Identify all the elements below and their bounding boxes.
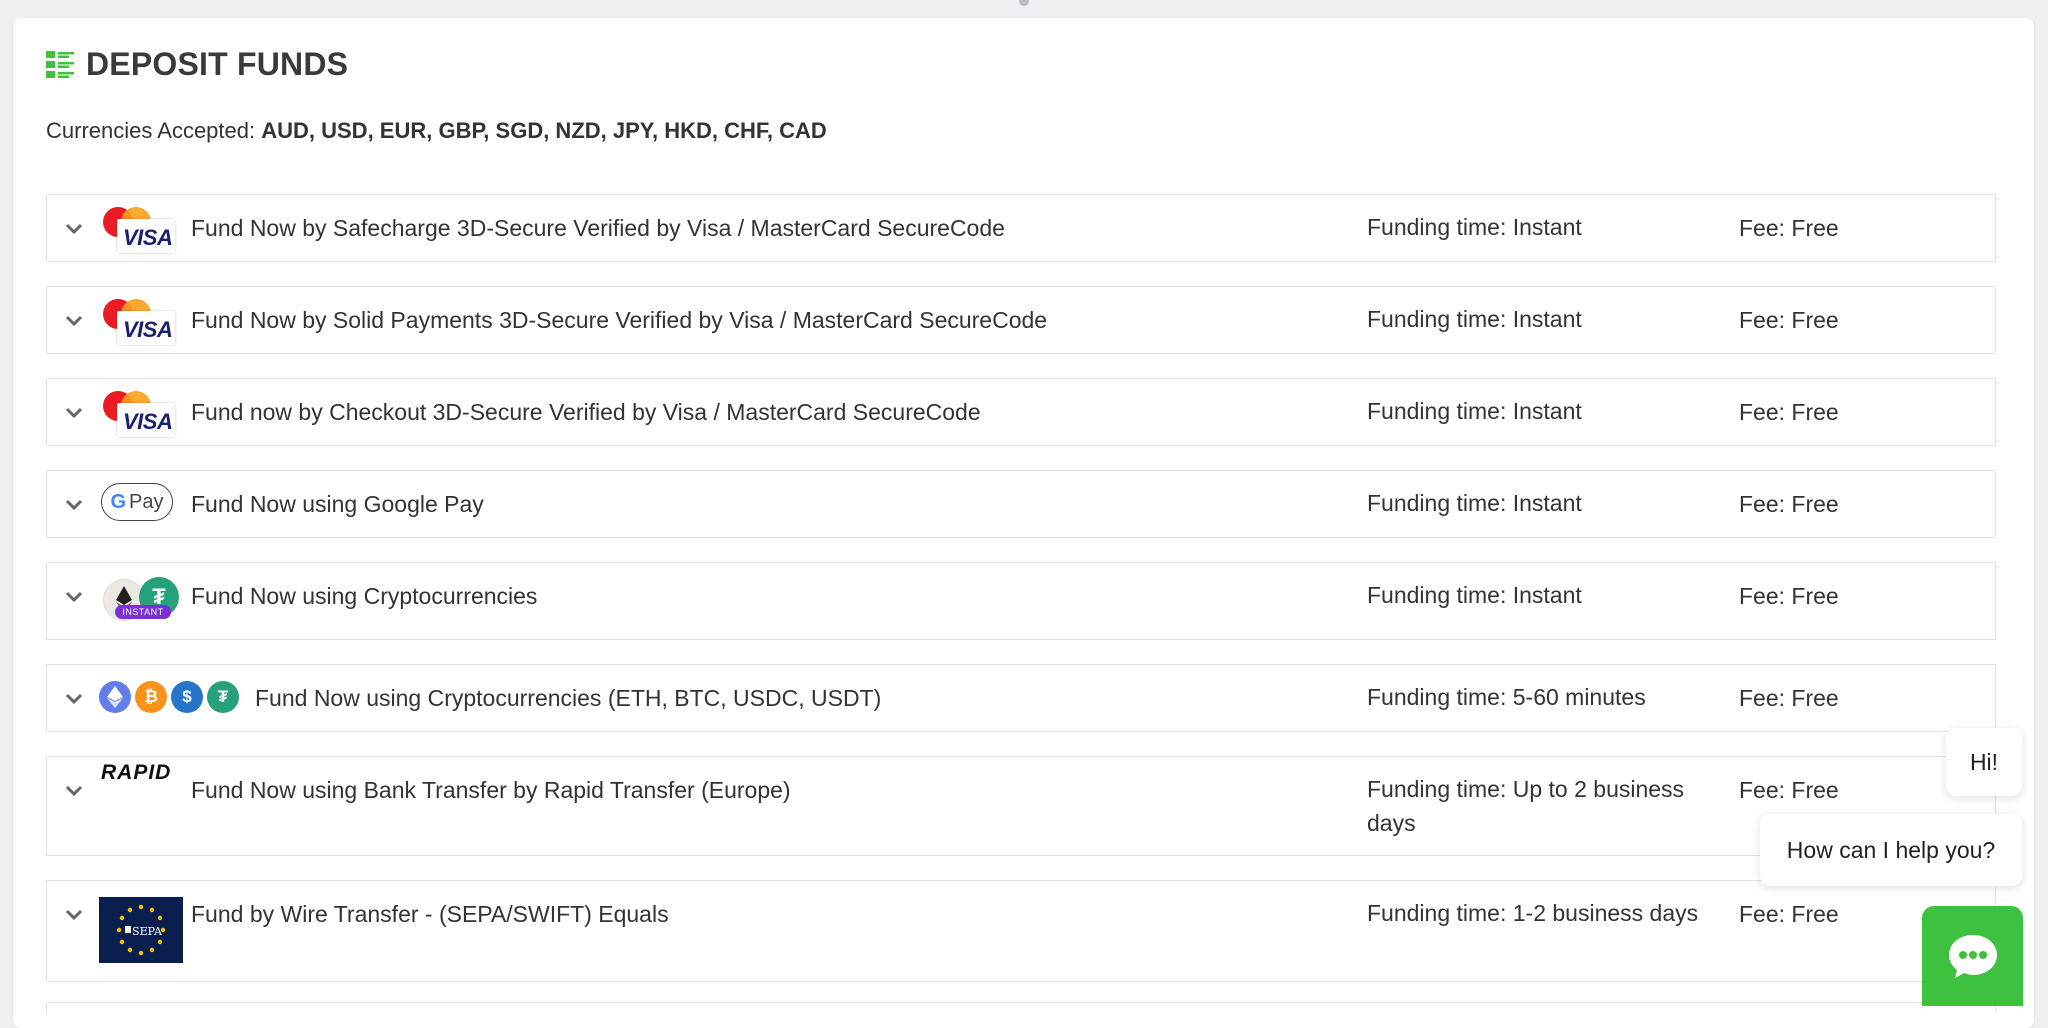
payment-method-row[interactable]: VISA Fund Now by Solid Payments 3D-Secur…	[46, 286, 1996, 354]
funding-time: Funding time: Up to 2 business days	[1367, 776, 1685, 836]
chat-icon	[1948, 935, 1997, 978]
fee: Fee: Free	[1739, 491, 1839, 517]
payment-method-row[interactable]: VISA Fund Now by Safecharge 3D-Secure Ve…	[46, 194, 1996, 262]
method-name: Fund Now using Cryptocurrencies	[191, 583, 538, 609]
currencies-accepted: Currencies Accepted: AUD, USD, EUR, GBP,…	[46, 118, 827, 144]
sepa-icon: SEPA	[99, 897, 183, 963]
usdt-icon: ₮	[207, 681, 239, 713]
eth-icon	[99, 681, 131, 713]
funding-time: Funding time: Instant	[1367, 214, 1582, 240]
method-name: Fund Now by Safecharge 3D-Secure Verifie…	[191, 215, 1005, 241]
chat-prompt-text: How can I help you?	[1786, 836, 1996, 863]
fee: Fee: Free	[1739, 777, 1839, 803]
fee: Fee: Free	[1739, 583, 1839, 609]
fee: Fee: Free	[1739, 215, 1839, 241]
chevron-down-icon[interactable]	[65, 693, 83, 705]
crypto-coins-icon: ₿ $ ₮	[99, 681, 239, 713]
chevron-down-icon[interactable]	[65, 785, 83, 797]
currencies-list: AUD, USD, EUR, GBP, SGD, NZD, JPY, HKD, …	[261, 118, 827, 143]
chevron-down-icon[interactable]	[65, 909, 83, 921]
funding-time: Funding time: Instant	[1367, 398, 1582, 424]
btc-icon: ₿	[135, 681, 167, 713]
payment-method-row[interactable]: VISA Fund now by Checkout 3D-Secure Veri…	[46, 378, 1996, 446]
chevron-down-icon[interactable]	[65, 591, 83, 603]
crypto-instant-icon: ₮ INSTANT	[101, 577, 181, 623]
list-icon	[46, 51, 74, 78]
fee: Fee: Free	[1739, 399, 1839, 425]
chevron-down-icon[interactable]	[65, 315, 83, 327]
fee: Fee: Free	[1739, 685, 1839, 711]
page-title-text: DEPOSIT FUNDS	[86, 45, 349, 82]
svg-text:SEPA: SEPA	[132, 925, 163, 938]
payment-method-row[interactable]: ₮ INSTANT Fund Now using Cryptocurrencie…	[46, 562, 1996, 640]
rapid-transfer-icon: RAPID	[101, 761, 172, 784]
payment-method-row[interactable]: G Pay Fund Now using Google Pay Funding t…	[46, 470, 1996, 538]
payment-method-row[interactable]: SEPA Fund by Wire Transfer - (SEPA/SWIFT…	[46, 880, 1996, 982]
fee: Fee: Free	[1739, 901, 1839, 927]
funding-time: Funding time: Instant	[1367, 490, 1582, 516]
visa-mastercard-icon: VISA	[101, 207, 177, 253]
chat-launcher-button[interactable]	[1922, 906, 2023, 1006]
chat-greeting-text: Hi!	[1969, 748, 1999, 775]
chat-prompt-bubble[interactable]: How can I help you?	[1760, 814, 2022, 886]
funding-time: Funding time: 5-60 minutes	[1367, 684, 1646, 710]
fee: Fee: Free	[1739, 307, 1839, 333]
method-name: Fund now by Checkout 3D-Secure Verified …	[191, 399, 981, 425]
visa-mastercard-icon: VISA	[101, 299, 177, 345]
method-name: Fund Now using Google Pay	[191, 491, 484, 517]
chevron-down-icon[interactable]	[65, 407, 83, 419]
page-title: DEPOSIT FUNDS	[46, 44, 348, 84]
currencies-label: Currencies Accepted:	[46, 118, 256, 143]
payment-method-row	[46, 1002, 1996, 1012]
chevron-down-icon[interactable]	[65, 499, 83, 511]
usdc-icon: $	[171, 681, 203, 713]
scroll-indicator	[1019, 0, 1029, 6]
funding-time: Funding time: Instant	[1367, 582, 1582, 608]
method-name: Fund Now using Bank Transfer by Rapid Tr…	[191, 777, 791, 803]
method-name: Fund Now using Cryptocurrencies (ETH, BT…	[255, 685, 882, 711]
funding-time: Funding time: Instant	[1367, 306, 1582, 332]
payment-method-row[interactable]: RAPID Fund Now using Bank Transfer by Ra…	[46, 756, 1996, 856]
method-name: Fund by Wire Transfer - (SEPA/SWIFT) Equ…	[191, 901, 669, 927]
chat-greeting-bubble[interactable]: Hi!	[1946, 728, 2022, 796]
payment-method-row[interactable]: ₿ $ ₮ Fund Now using Cryptocurrencies (E…	[46, 664, 1996, 732]
method-name: Fund Now by Solid Payments 3D-Secure Ver…	[191, 307, 1048, 333]
chevron-down-icon[interactable]	[65, 223, 83, 235]
visa-mastercard-icon: VISA	[101, 391, 177, 437]
funding-time: Funding time: 1-2 business days	[1367, 900, 1699, 926]
google-pay-icon: G Pay	[101, 483, 173, 521]
